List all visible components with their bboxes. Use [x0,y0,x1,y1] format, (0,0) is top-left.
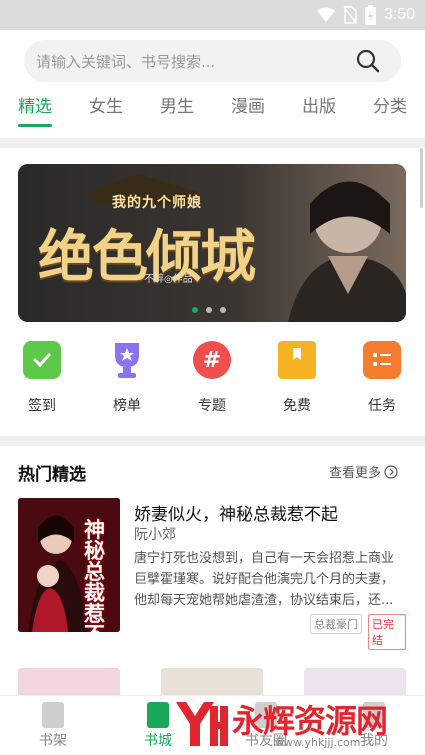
section-header: 热门精选 查看更多 [18,460,406,485]
quick-label: 免费 [283,398,311,414]
calendar-check-icon [23,341,61,379]
hashtag-icon: # [193,341,231,379]
status-time: 3:50 [383,6,415,23]
trophy-icon [108,341,146,379]
quick-label: 签到 [28,398,56,414]
category-tabs: 精选 女生 男生 漫画 出版 分类 [0,90,425,130]
nav-label: 书架 [39,733,67,749]
checklist-icon [363,341,401,379]
carousel-dot[interactable] [220,307,226,313]
book-cover[interactable]: 神秘总裁惹不起 [18,498,120,632]
search-icon[interactable] [355,48,381,74]
see-more-link[interactable]: 查看更多 [329,462,398,481]
tab-male[interactable]: 男生 [160,92,194,117]
tab-published[interactable]: 出版 [302,92,336,117]
active-tab-indicator [18,124,52,127]
carousel-dot[interactable] [206,307,212,313]
quick-tasks[interactable]: 任务 [352,338,412,415]
quick-actions: 签到 榜单 # 专题 免费 任务 [0,338,425,418]
quick-checkin[interactable]: 签到 [12,338,72,415]
carousel-indicator [192,307,226,313]
watermark: 永辉资源网 www.yhkjjj.com [170,692,425,755]
banner-subtitle: 我的九个师娘 [112,195,202,211]
tab-featured[interactable]: 精选 [18,92,52,117]
tab-female[interactable]: 女生 [89,92,123,117]
nav-label: 书城 [144,733,172,749]
tab-categories[interactable]: 分类 [373,92,407,117]
quick-label: 任务 [368,398,396,414]
battery-charging-icon [364,5,376,25]
bookshelf-icon [42,702,64,728]
quick-label: 榜单 [113,398,141,414]
tab-comics[interactable]: 漫画 [231,92,265,117]
divider [0,138,425,148]
status-bar: 3:50 [0,0,425,30]
bookstore-icon [147,702,169,728]
scrollbar[interactable] [420,148,423,208]
book-cover[interactable] [18,668,120,698]
book-description: 唐宁打死也没想到，自己有一天会招惹上商业巨擘霍瑾寒。说好配合他演完几个月的夫妻，… [134,551,395,608]
book-item[interactable]: 神秘总裁惹不起 娇妻似火，神秘总裁惹不起 阮小郊 唐宁打死也没想到，自己有一天会… [18,498,406,650]
carousel-dot[interactable] [192,307,198,313]
section-title: 热门精选 [18,465,86,485]
see-more-label: 查看更多 [328,466,381,481]
wifi-icon [316,7,335,22]
quick-label: 专题 [198,398,226,414]
cover-title: 神秘总裁惹不起 [84,518,105,633]
search-input[interactable]: 请输入关键词、书号搜索... [36,51,215,72]
watermark-logo-icon [176,702,228,746]
genre-tag: 总裁豪门 [310,614,362,634]
quick-topics[interactable]: # 专题 [182,338,242,415]
book-title: 娇妻似火，神秘总裁惹不起 [134,505,338,525]
book-author: 阮小郊 [134,527,176,543]
promo-banner[interactable]: 我的九个师娘 绝色倾城 不醉◎作品 [18,164,406,322]
no-sim-icon [343,6,357,24]
banner-author: 不醉◎作品 [144,274,193,285]
quick-rankings[interactable]: 榜单 [97,338,157,415]
divider [0,436,425,446]
status-icons: 3:50 [316,5,415,25]
status-badge: 已完结 [368,614,406,650]
search-bar[interactable]: 请输入关键词、书号搜索... [24,40,401,82]
quick-free[interactable]: 免费 [267,338,327,415]
header: 请输入关键词、书号搜索... 精选 女生 男生 漫画 出版 分类 [0,30,425,138]
bookmark-icon [278,341,316,379]
chevron-right-icon [384,464,398,479]
nav-bookshelf[interactable]: 书架 [23,702,83,750]
watermark-url: www.yhkjjj.com [275,736,361,749]
